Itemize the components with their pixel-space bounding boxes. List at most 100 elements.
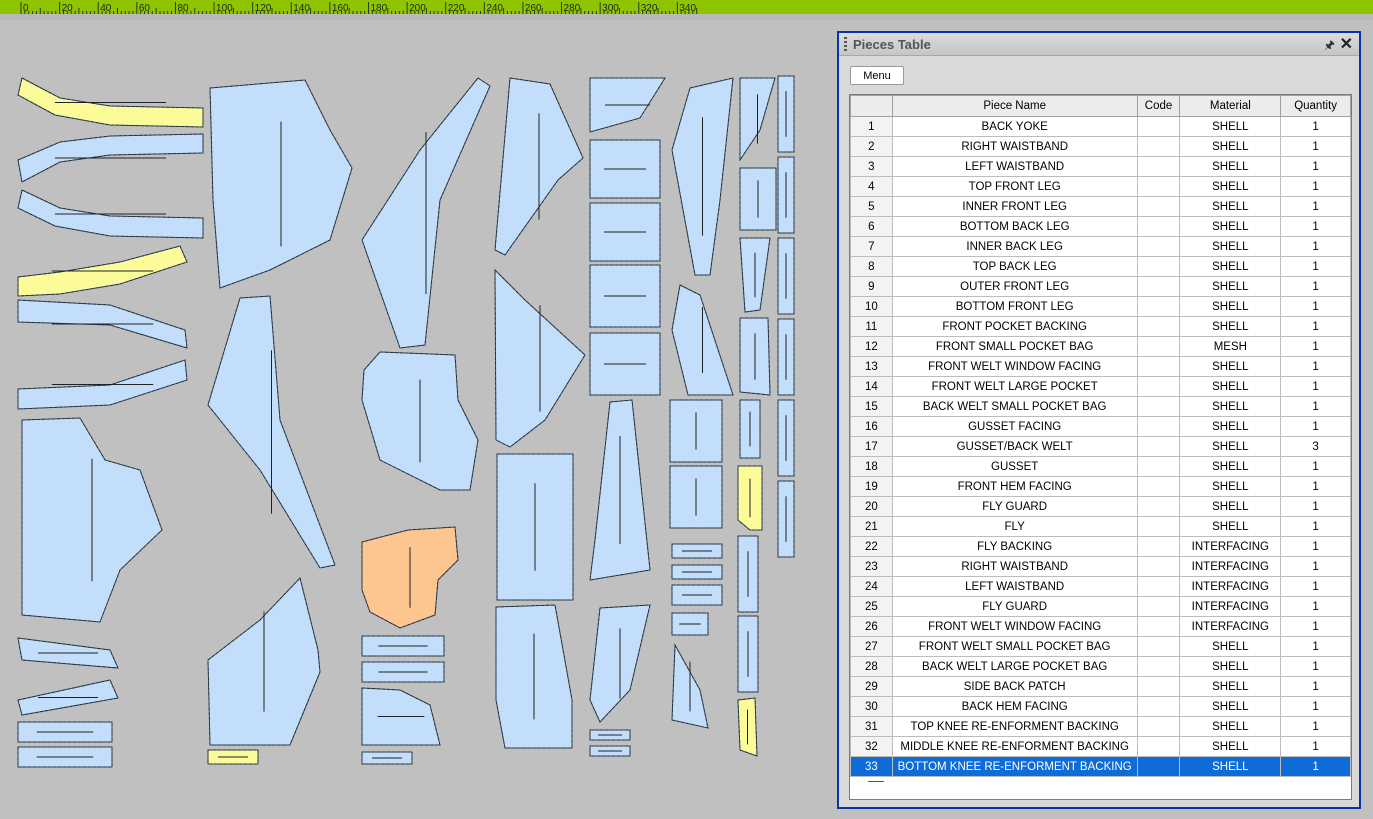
front-leg-piece[interactable] xyxy=(494,77,584,256)
row-number[interactable]: 16 xyxy=(850,416,893,437)
code-cell[interactable] xyxy=(1136,156,1181,177)
material-cell[interactable]: SHELL xyxy=(1179,216,1282,237)
table-row[interactable]: 25 FLY GUARD INTERFACING 1 xyxy=(850,596,1351,617)
material-cell[interactable]: INTERFACING xyxy=(1179,616,1282,637)
table-row[interactable]: 11 FRONT POCKET BACKING SHELL 1 xyxy=(850,316,1351,337)
code-cell[interactable] xyxy=(1136,556,1181,577)
piece-name-cell[interactable]: LEFT WAISTBAND xyxy=(891,576,1138,597)
row-number[interactable]: 32 xyxy=(850,736,893,757)
row-number[interactable]: 27 xyxy=(850,636,893,657)
table-row[interactable]: 14 FRONT WELT LARGE POCKET SHELL 1 xyxy=(850,376,1351,397)
quantity-cell[interactable]: 1 xyxy=(1280,496,1351,517)
pocket-piece[interactable] xyxy=(589,77,666,133)
strip-piece[interactable] xyxy=(17,679,119,716)
piece-name-cell[interactable]: FRONT POCKET BACKING xyxy=(891,316,1138,337)
table-row[interactable]: 2 RIGHT WAISTBAND SHELL 1 xyxy=(850,136,1351,157)
quantity-cell[interactable]: 1 xyxy=(1280,696,1351,717)
pin-icon[interactable]: 🖈 xyxy=(1324,36,1335,57)
row-number[interactable]: 26 xyxy=(850,616,893,637)
material-cell[interactable]: SHELL xyxy=(1179,156,1282,177)
front-leg-piece[interactable] xyxy=(361,77,491,349)
quantity-cell[interactable]: 1 xyxy=(1280,516,1351,537)
strip-piece[interactable] xyxy=(671,584,723,606)
material-cell[interactable]: SHELL xyxy=(1179,696,1282,717)
code-cell[interactable] xyxy=(1136,536,1181,557)
code-cell[interactable] xyxy=(1136,296,1181,317)
strip-piece[interactable] xyxy=(671,643,709,729)
table-row[interactable]: 31 TOP KNEE RE-ENFORMENT BACKING SHELL 1 xyxy=(850,716,1351,737)
row-number[interactable]: 13 xyxy=(850,356,893,377)
quantity-cell[interactable]: 1 xyxy=(1280,576,1351,597)
strip-piece[interactable] xyxy=(671,612,709,636)
small-piece[interactable] xyxy=(737,697,758,757)
table-row[interactable]: 29 SIDE BACK PATCH SHELL 1 xyxy=(850,676,1351,697)
row-number[interactable]: 28 xyxy=(850,656,893,677)
marker-canvas[interactable] xyxy=(0,20,838,819)
waistband-piece[interactable] xyxy=(17,77,204,128)
quantity-cell[interactable]: 1 xyxy=(1280,276,1351,297)
back-leg-piece[interactable] xyxy=(209,79,353,289)
waistband-piece[interactable] xyxy=(17,189,204,239)
table-row[interactable]: 22 FLY BACKING INTERFACING 1 xyxy=(850,536,1351,557)
table-row[interactable]: 3 LEFT WAISTBAND SHELL 1 xyxy=(850,156,1351,177)
small-piece[interactable] xyxy=(739,167,777,231)
quantity-cell[interactable]: 1 xyxy=(1280,336,1351,357)
material-cell[interactable]: SHELL xyxy=(1179,736,1282,757)
code-cell[interactable] xyxy=(1136,456,1181,477)
quantity-cell[interactable]: 1 xyxy=(1280,636,1351,657)
table-row[interactable]: 28 BACK WELT LARGE POCKET BAG SHELL 1 xyxy=(850,656,1351,677)
material-cell[interactable]: SHELL xyxy=(1179,416,1282,437)
quantity-cell[interactable]: 1 xyxy=(1280,196,1351,217)
piece-name-cell[interactable]: INNER FRONT LEG xyxy=(891,196,1138,217)
material-cell[interactable]: SHELL xyxy=(1179,356,1282,377)
material-cell[interactable]: SHELL xyxy=(1179,236,1282,257)
strip-piece[interactable] xyxy=(361,635,445,657)
quantity-cell[interactable]: 1 xyxy=(1280,716,1351,737)
material-cell[interactable]: SHELL xyxy=(1179,716,1282,737)
code-cell[interactable] xyxy=(1136,216,1181,237)
strip-piece[interactable] xyxy=(361,661,445,683)
quantity-cell[interactable]: 1 xyxy=(1280,356,1351,377)
table-row[interactable]: 23 RIGHT WAISTBAND INTERFACING 1 xyxy=(850,556,1351,577)
header-quantity[interactable]: Quantity xyxy=(1280,95,1351,117)
piece-name-cell[interactable]: TOP KNEE RE-ENFORMENT BACKING xyxy=(891,716,1138,737)
table-row[interactable]: 17 GUSSET/BACK WELT SHELL 3 xyxy=(850,436,1351,457)
table-row[interactable]: 33 BOTTOM KNEE RE-ENFORMENT BACKING SHELL 1 xyxy=(850,756,1351,777)
small-piece[interactable] xyxy=(739,317,771,396)
table-row[interactable]: 19 FRONT HEM FACING SHELL 1 xyxy=(850,476,1351,497)
piece-name-cell[interactable]: GUSSET FACING xyxy=(891,416,1138,437)
pocket-piece[interactable] xyxy=(361,687,441,746)
quantity-cell[interactable]: 1 xyxy=(1280,236,1351,257)
pocket-piece[interactable] xyxy=(361,526,459,629)
quantity-cell[interactable]: 1 xyxy=(1280,736,1351,757)
table-row[interactable]: 13 FRONT WELT WINDOW FACING SHELL 1 xyxy=(850,356,1351,377)
code-cell[interactable] xyxy=(1136,336,1181,357)
code-cell[interactable] xyxy=(1136,276,1181,297)
small-piece[interactable] xyxy=(739,237,771,313)
piece-name-cell[interactable]: RIGHT WAISTBAND xyxy=(891,136,1138,157)
material-cell[interactable]: SHELL xyxy=(1179,676,1282,697)
code-cell[interactable] xyxy=(1136,496,1181,517)
piece-name-cell[interactable]: RIGHT WAISTBAND xyxy=(891,556,1138,577)
row-number[interactable]: 19 xyxy=(850,476,893,497)
material-cell[interactable]: SHELL xyxy=(1179,516,1282,537)
leg-piece[interactable] xyxy=(671,284,734,396)
table-row[interactable]: 18 GUSSET SHELL 1 xyxy=(850,456,1351,477)
row-number[interactable]: 7 xyxy=(850,236,893,257)
piece-name-cell[interactable]: BACK HEM FACING xyxy=(891,696,1138,717)
leg-piece[interactable] xyxy=(495,604,573,749)
pocket-facing-piece[interactable] xyxy=(589,264,661,328)
close-icon[interactable]: ✕ xyxy=(1340,34,1353,54)
piece-name-cell[interactable]: FLY xyxy=(891,516,1138,537)
pattern-pieces-layout[interactable] xyxy=(0,20,838,819)
drag-grip-icon[interactable] xyxy=(844,37,847,51)
table-row[interactable]: 15 BACK WELT SMALL POCKET BAG SHELL 1 xyxy=(850,396,1351,417)
piece-name-cell[interactable]: FLY GUARD xyxy=(891,596,1138,617)
header-row-number[interactable] xyxy=(850,95,893,117)
code-cell[interactable] xyxy=(1136,316,1181,337)
back-leg-piece[interactable] xyxy=(21,417,163,623)
small-piece[interactable] xyxy=(777,318,795,396)
row-number[interactable]: 21 xyxy=(850,516,893,537)
leg-piece[interactable] xyxy=(207,576,321,746)
pocket-piece[interactable] xyxy=(669,465,723,529)
